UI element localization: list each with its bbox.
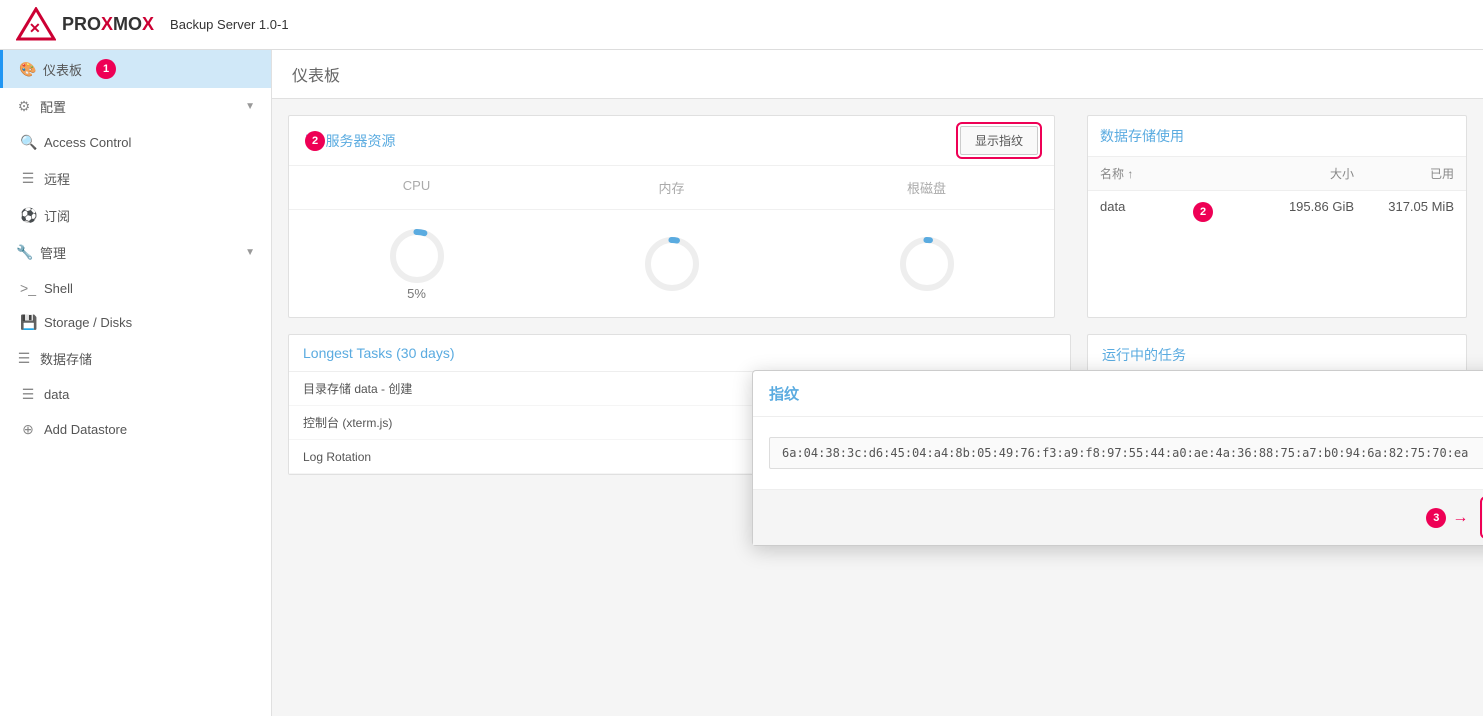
config-icon: ⚙ <box>16 98 32 115</box>
management-arrow-icon: ▼ <box>245 247 255 258</box>
product-name: Backup Server 1.0-1 <box>170 17 289 32</box>
badge-3: 3 <box>1426 508 1446 528</box>
badge-2-container: 2 <box>1193 202 1213 222</box>
subscription-icon: ⚽ <box>20 207 36 224</box>
sidebar-storage-disks-label: Storage / Disks <box>44 315 132 330</box>
badge-2: 2 <box>305 131 325 151</box>
sidebar-item-access-control[interactable]: 🔍 Access Control <box>0 125 271 160</box>
memory-value-cell <box>544 210 799 317</box>
ds-table-header: 名称 ↑ 大小 已用 <box>1088 157 1466 191</box>
sidebar-shell-label: Shell <box>44 281 73 296</box>
data-icon: ☰ <box>20 386 36 403</box>
sidebar-section-config[interactable]: ⚙ 配置 ▼ <box>0 88 271 125</box>
sidebar-item-shell[interactable]: >_ Shell <box>0 271 271 305</box>
svg-text:✕: ✕ <box>29 20 41 36</box>
add-datastore-icon: ⊕ <box>20 421 36 438</box>
sidebar-item-dashboard[interactable]: 🎨 仪表板 1 <box>0 50 271 88</box>
data-storage-title: 数据存储使用 <box>1088 116 1466 157</box>
app-container: ✕ PROXMOX Backup Server 1.0-1 🎨 仪表板 1 ⚙ … <box>0 0 1483 716</box>
top-row: ☰ 服务器资源 显示指纹 2 CPU 内存 根磁盘 <box>288 115 1467 318</box>
sidebar-access-control-label: Access Control <box>44 135 131 150</box>
remote-icon: ☰ <box>20 170 36 187</box>
root-disk-value-cell <box>799 210 1054 317</box>
content-area: 仪表板 ☰ 服务器资源 显示指纹 2 CPU <box>272 50 1483 716</box>
memory-chart <box>642 234 702 294</box>
show-fingerprint-button[interactable]: 显示指纹 <box>960 126 1038 155</box>
ds-row-data: data 195.86 GiB 317.05 MiB <box>1088 191 1466 222</box>
sidebar-item-add-datastore[interactable]: ⊕ Add Datastore <box>0 412 271 447</box>
proxmox-logo-icon: ✕ <box>16 7 56 43</box>
sidebar-remote-label: 远程 <box>44 169 70 188</box>
cpu-percent: 5% <box>407 286 426 301</box>
dialog-title: 指纹 <box>769 383 799 404</box>
cpu-header: CPU <box>289 166 544 210</box>
server-resources-label: 服务器资源 <box>326 131 396 151</box>
root-disk-chart <box>897 234 957 294</box>
sidebar-item-remote[interactable]: ☰ 远程 <box>0 160 271 197</box>
shell-icon: >_ <box>20 280 36 296</box>
ds-name-data: data <box>1100 199 1234 214</box>
ds-col-used: 已用 <box>1354 165 1454 182</box>
ds-col-name: 名称 ↑ <box>1100 165 1234 182</box>
sidebar-item-data[interactable]: ☰ data <box>0 377 271 412</box>
sidebar-section-datastorage[interactable]: ☰ 数据存储 <box>0 340 271 377</box>
sidebar-config-label: 配置 <box>40 97 66 116</box>
arrow-icon: → <box>1452 509 1468 527</box>
data-storage-card: 数据存储使用 名称 ↑ 大小 已用 data 195.86 GiB 317.05… <box>1087 115 1467 318</box>
dialog-body <box>753 417 1483 489</box>
access-control-icon: 🔍 <box>20 134 36 151</box>
logo: ✕ PROXMOX Backup Server 1.0-1 <box>16 7 289 43</box>
badge-2: 2 <box>1193 202 1213 222</box>
cpu-chart <box>387 226 447 286</box>
content-header: 仪表板 <box>272 50 1483 99</box>
server-resources-card: ☰ 服务器资源 显示指纹 2 CPU 内存 根磁盘 <box>288 115 1055 318</box>
datastorage-icon: ☰ <box>16 350 32 367</box>
sidebar-section-management[interactable]: 🔧 管理 ▼ <box>0 234 271 271</box>
sidebar: 🎨 仪表板 1 ⚙ 配置 ▼ 🔍 Access Control ☰ 远程 <box>0 50 272 716</box>
sidebar-dashboard-label: 仪表板 <box>43 60 82 79</box>
dashboard-icon: 🎨 <box>19 61 35 78</box>
storage-disks-icon: 💾 <box>20 314 36 331</box>
header: ✕ PROXMOX Backup Server 1.0-1 <box>0 0 1483 50</box>
dialog-footer: 3 → ⧉ 拷贝 Ok <box>753 489 1483 545</box>
page-title: 仪表板 <box>292 68 340 85</box>
sidebar-add-datastore-label: Add Datastore <box>44 422 127 437</box>
memory-header: 内存 <box>544 166 799 210</box>
fingerprint-input[interactable] <box>769 437 1483 469</box>
badge-3-area: 3 → <box>1426 508 1468 528</box>
sidebar-management-label: 管理 <box>40 243 66 262</box>
main-area: 🎨 仪表板 1 ⚙ 配置 ▼ 🔍 Access Control ☰ 远程 <box>0 50 1483 716</box>
cpu-value-cell: 5% <box>289 210 544 317</box>
server-resources-header: ☰ 服务器资源 显示指纹 2 <box>289 116 1054 166</box>
longest-tasks-title: Longest Tasks (30 days) <box>289 335 1070 372</box>
dialog-header: 指纹 ⊗ <box>753 371 1483 417</box>
ds-size-data: 195.86 GiB <box>1234 199 1354 214</box>
management-icon: 🔧 <box>16 244 32 261</box>
badge-1: 1 <box>96 59 116 79</box>
resource-table: CPU 内存 根磁盘 5% <box>289 166 1054 317</box>
root-disk-header: 根磁盘 <box>799 166 1054 210</box>
sidebar-datastorage-label: 数据存储 <box>40 349 92 368</box>
ds-used-data: 317.05 MiB <box>1354 199 1454 214</box>
ds-col-size: 大小 <box>1234 165 1354 182</box>
sidebar-item-subscription[interactable]: ⚽ 订阅 <box>0 197 271 234</box>
sidebar-data-label: data <box>44 387 69 402</box>
sidebar-subscription-label: 订阅 <box>44 206 70 225</box>
sidebar-item-storage-disks[interactable]: 💾 Storage / Disks <box>0 305 271 340</box>
logo-prox: PROXMOX <box>62 14 154 35</box>
fingerprint-dialog: 指纹 ⊗ 3 → ⧉ 拷贝 Ok <box>752 370 1483 546</box>
config-arrow-icon: ▼ <box>245 101 255 112</box>
